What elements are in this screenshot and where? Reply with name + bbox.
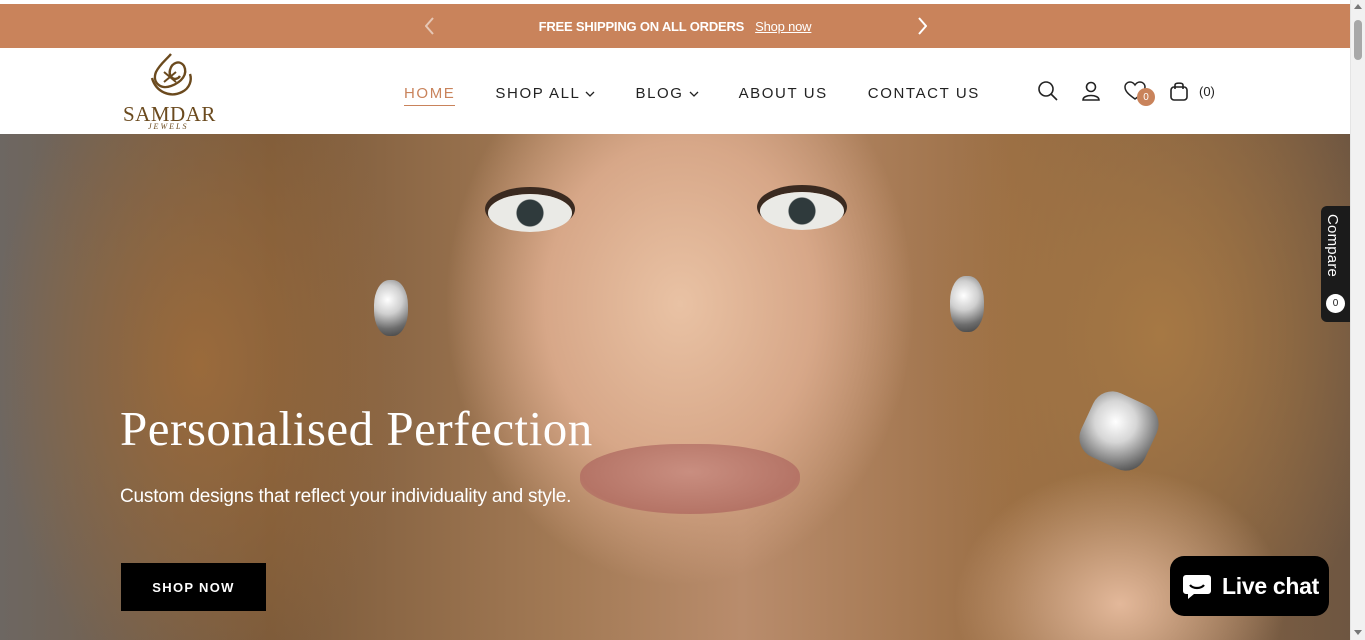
account-button[interactable] xyxy=(1079,79,1103,103)
nav-item-about-us[interactable]: ABOUT US xyxy=(739,85,828,102)
announcement-bar: FREE SHIPPING ON ALL ORDERS Shop now xyxy=(0,4,1350,48)
announcement-message: FREE SHIPPING ON ALL ORDERS xyxy=(538,18,745,34)
scrollbar-thumb[interactable] xyxy=(1354,20,1362,60)
logo-mark-icon xyxy=(150,53,192,96)
chevron-left-icon xyxy=(425,17,434,35)
hero-image-earring-left xyxy=(374,280,408,336)
chevron-down-icon xyxy=(586,91,595,97)
announcement-next-button[interactable] xyxy=(910,14,934,38)
compare-count-badge: 0 xyxy=(1326,294,1345,313)
announcement-shop-now-link[interactable]: Shop now xyxy=(755,19,811,34)
announcement-prev-button[interactable] xyxy=(418,14,442,38)
nav-item-label: BLOG xyxy=(635,85,684,102)
hero-title: Personalised Perfection xyxy=(120,401,593,456)
compare-label: Compare xyxy=(1324,214,1341,278)
site-header: SAMDAR JEWELS HOME SHOP ALL BLOG ABOUT U… xyxy=(0,48,1350,134)
hero-image-ring xyxy=(1072,384,1166,478)
nav-item-label: ABOUT US xyxy=(738,85,828,102)
compare-tab[interactable]: Compare 0 xyxy=(1321,206,1350,322)
chevron-right-icon xyxy=(918,17,927,35)
hero-image-lips xyxy=(580,444,800,514)
live-chat-label: Live chat xyxy=(1222,572,1320,599)
hero-banner: Personalised Perfection Custom designs t… xyxy=(0,134,1350,640)
nav-item-shop-all[interactable]: SHOP ALL xyxy=(495,85,595,102)
brand-logo[interactable]: SAMDAR JEWELS xyxy=(122,52,222,132)
scroll-down-arrow-icon[interactable] xyxy=(1354,630,1362,635)
nav-item-label: CONTACT US xyxy=(867,85,980,102)
search-button[interactable] xyxy=(1036,79,1060,103)
scroll-up-arrow-icon[interactable] xyxy=(1354,4,1362,9)
brand-tagline: JEWELS xyxy=(148,122,189,131)
nav-item-blog[interactable]: BLOG xyxy=(635,85,699,102)
shop-now-button[interactable]: SHOP NOW xyxy=(121,563,266,611)
wishlist-count-badge: 0 xyxy=(1137,88,1155,106)
hero-subtitle: Custom designs that reflect your individ… xyxy=(120,486,572,507)
nav-item-label: HOME xyxy=(404,85,456,102)
header-icons: 0 (0) xyxy=(1036,79,1215,106)
search-icon xyxy=(1038,81,1058,101)
nav-item-home[interactable]: HOME xyxy=(404,85,456,106)
wishlist-button[interactable]: 0 xyxy=(1123,79,1155,106)
chevron-down-icon xyxy=(689,91,699,97)
live-chat-button[interactable]: Live chat xyxy=(1170,556,1329,616)
hero-image-eye-left xyxy=(488,194,572,232)
nav-item-contact-us[interactable]: CONTACT US xyxy=(868,85,980,102)
nav-item-label: SHOP ALL xyxy=(495,85,581,102)
hero-image-eye-right xyxy=(760,192,844,230)
page: FREE SHIPPING ON ALL ORDERS Shop now SAM… xyxy=(0,0,1365,640)
hero-image-earring-right xyxy=(950,276,984,332)
shopping-bag-icon xyxy=(1170,82,1188,101)
page-scrollbar[interactable] xyxy=(1350,0,1365,640)
chat-bubble-icon xyxy=(1183,575,1211,599)
cart-button[interactable] xyxy=(1167,79,1191,103)
user-icon xyxy=(1082,81,1100,101)
cart-count[interactable]: (0) xyxy=(1199,84,1215,99)
main-nav: HOME SHOP ALL BLOG ABOUT US CONTACT US xyxy=(404,81,980,106)
